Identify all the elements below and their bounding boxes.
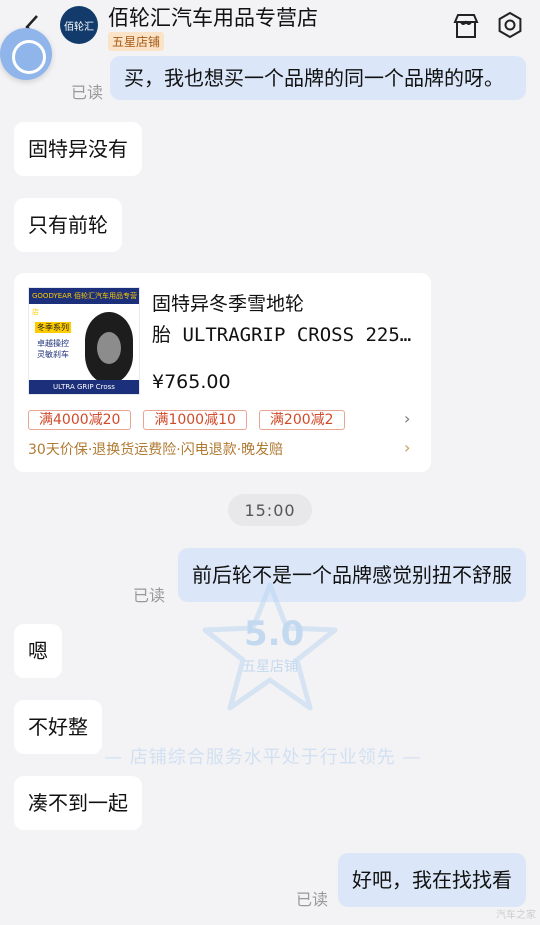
chat-header: 佰轮汇 佰轮汇汽车用品专营店 五星店铺 bbox=[0, 0, 540, 58]
message-bubble-other[interactable]: 只有前轮 bbox=[14, 198, 122, 252]
watermark-service-text: — 店铺综合服务水平处于行业领先 — bbox=[104, 747, 422, 768]
read-receipt: 已读 bbox=[71, 83, 104, 102]
coupon-tag[interactable]: 满200减2 bbox=[258, 410, 345, 430]
product-title[interactable]: 固特异冬季雪地轮 胎 ULTRAGRIP CROSS 225... bbox=[152, 289, 422, 351]
floating-service-badge-icon[interactable] bbox=[0, 28, 52, 80]
time-divider: 15:00 bbox=[228, 494, 312, 526]
message-bubble-own[interactable]: 买，我也想买一个品牌的同一个品牌的呀。 bbox=[110, 56, 526, 100]
message-bubble-other[interactable]: 凑不到一起 bbox=[14, 776, 142, 830]
message-bubble-own[interactable]: 好吧，我在找找看 bbox=[338, 853, 526, 907]
chevron-right-icon[interactable]: › bbox=[404, 438, 410, 457]
read-receipt: 已读 bbox=[133, 586, 166, 605]
product-image-footer: ULTRA GRIP Cross bbox=[29, 380, 139, 394]
shop-name[interactable]: 佰轮汇汽车用品专营店 bbox=[108, 2, 318, 32]
settings-icon[interactable] bbox=[496, 11, 524, 39]
watermark-score: 5.0 bbox=[244, 614, 305, 654]
product-card[interactable]: GOODYEAR 佰轮汇汽车用品专营店 冬季系列 卓越操控 灵敏刹车 ULTRA… bbox=[14, 273, 431, 472]
message-bubble-other[interactable]: 固特异没有 bbox=[14, 122, 142, 176]
product-image-subtext: 卓越操控 灵敏刹车 bbox=[35, 338, 71, 360]
product-image-tag: 冬季系列 bbox=[35, 322, 71, 333]
message-bubble-other[interactable]: 嗯 bbox=[14, 624, 62, 678]
coupon-tag[interactable]: 满4000减20 bbox=[28, 410, 132, 430]
chevron-right-icon[interactable]: › bbox=[404, 409, 410, 428]
corner-watermark: 汽车之家 bbox=[496, 910, 536, 921]
service-guarantees[interactable]: 30天价保·退换货运费险·闪电退款·晚发赔 bbox=[28, 439, 283, 459]
store-icon[interactable] bbox=[452, 12, 480, 40]
coupon-tag[interactable]: 满1000减10 bbox=[143, 410, 247, 430]
product-price: ¥765.00 bbox=[152, 371, 231, 393]
shop-avatar[interactable]: 佰轮汇 bbox=[60, 6, 98, 44]
message-bubble-other[interactable]: 不好整 bbox=[14, 700, 102, 754]
tire-image bbox=[85, 312, 133, 384]
product-image-banner: GOODYEAR 佰轮汇汽车用品专营店 bbox=[29, 288, 139, 316]
shop-rating-badge: 五星店铺 bbox=[108, 32, 165, 51]
watermark-label: 五星店铺 bbox=[242, 659, 298, 675]
product-image[interactable]: GOODYEAR 佰轮汇汽车用品专营店 冬季系列 卓越操控 灵敏刹车 ULTRA… bbox=[28, 287, 140, 395]
coupon-list[interactable]: 满4000减20 满1000减10 满200减2 bbox=[28, 410, 398, 430]
read-receipt: 已读 bbox=[296, 890, 329, 909]
